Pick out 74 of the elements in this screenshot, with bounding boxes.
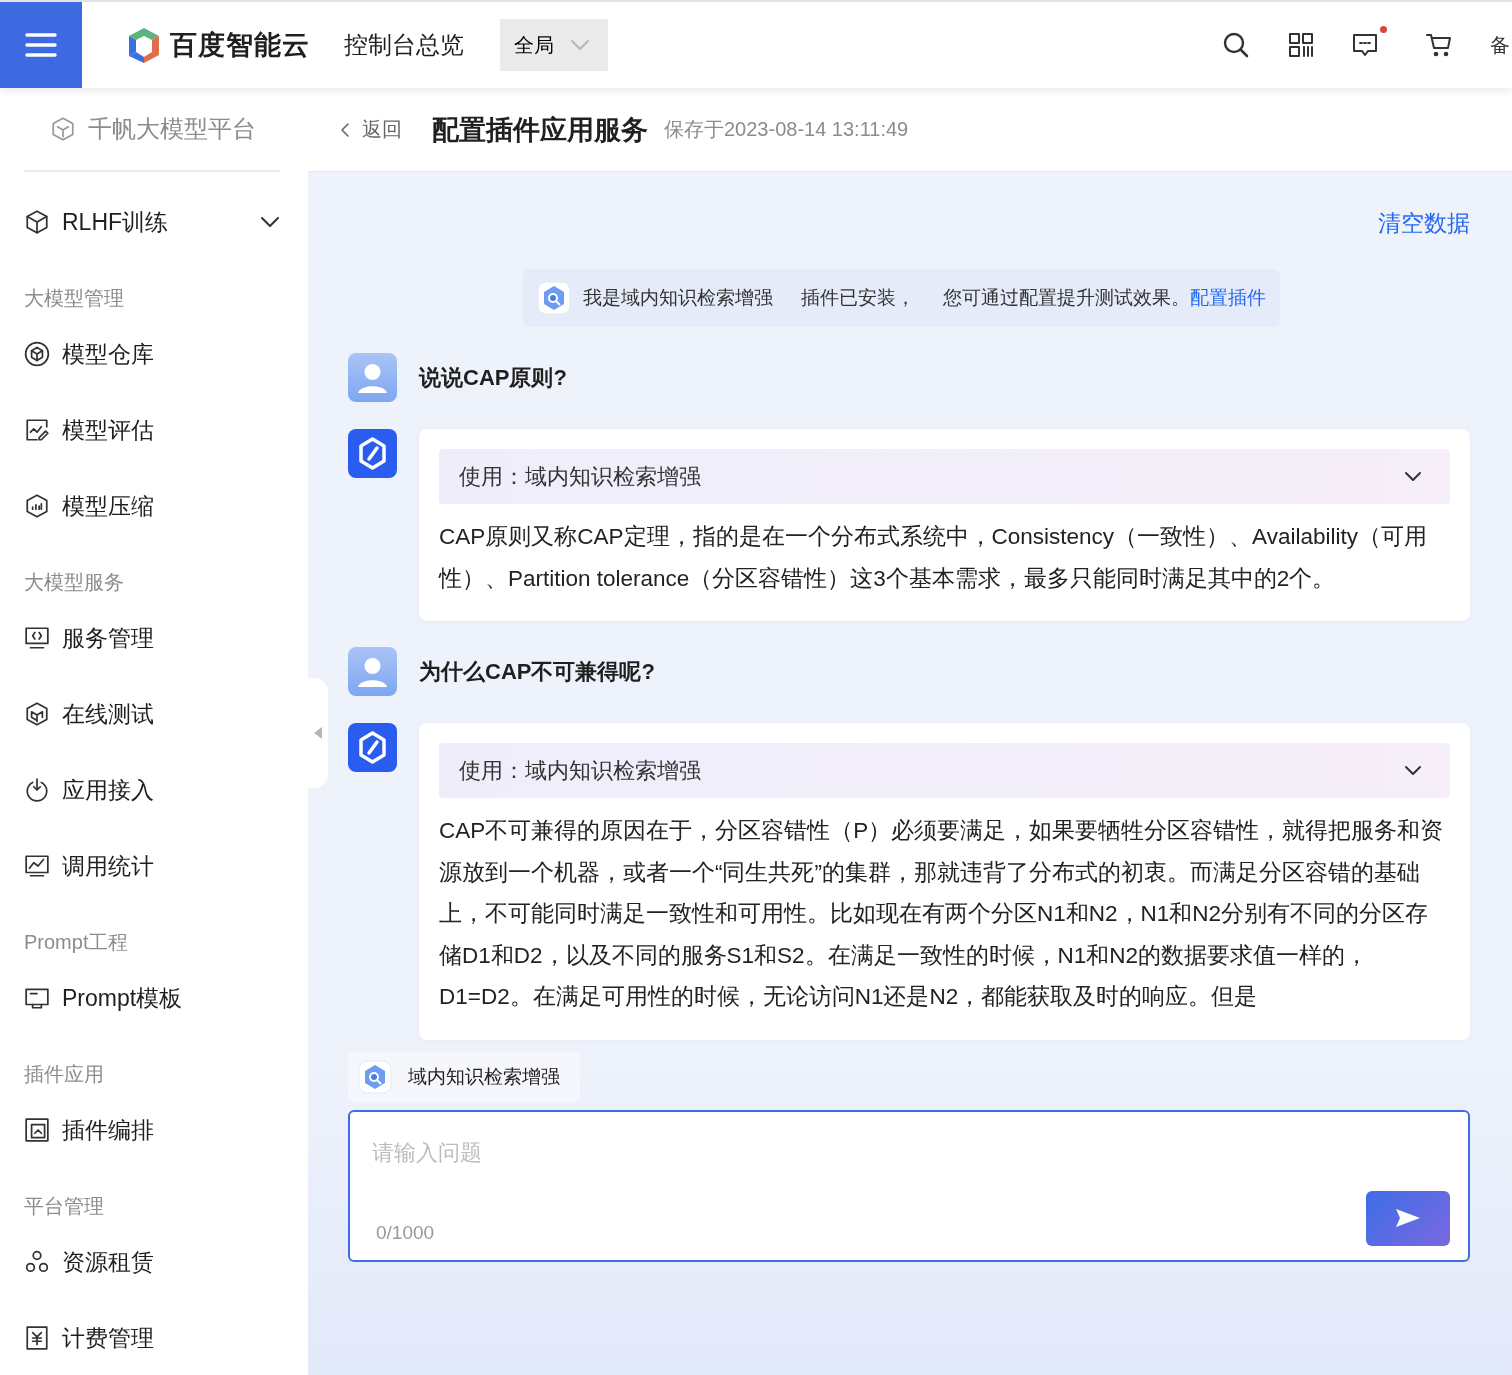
plugin-name: 我是域内知识检索增强 — [582, 286, 773, 310]
sidebar-item[interactable]: 模型仓库 — [24, 316, 280, 392]
sidebar-item[interactable]: 调用统计 — [24, 828, 280, 904]
scope-dropdown[interactable]: 全局 — [500, 19, 608, 71]
user-question: 为什么CAP不可兼得呢? — [419, 657, 655, 686]
cart-icon — [1426, 32, 1452, 58]
user-question: 说说CAP原则? — [419, 363, 567, 392]
menu-icon — [25, 32, 57, 58]
sidebar-item[interactable]: RLHF训练 — [24, 184, 280, 260]
sidebar-item[interactable]: 应用接入 — [24, 752, 280, 828]
plugin-chip[interactable]: 域内知识检索增强 — [348, 1051, 580, 1102]
power-icon — [24, 777, 50, 803]
sidebar-item[interactable]: 在线测试 — [24, 676, 280, 752]
sidebar-item[interactable]: 服务管理 — [24, 600, 280, 676]
cart-button[interactable] — [1426, 32, 1452, 58]
group-title: 插件应用 — [24, 1062, 105, 1087]
char-counter: 0/1000 — [376, 1221, 435, 1244]
cube-icon — [24, 209, 50, 235]
plugin-usage-bar[interactable]: 使用：域内知识检索增强 — [439, 743, 1450, 798]
back-link[interactable]: 返回 — [340, 116, 402, 143]
chevron-left-icon — [340, 121, 350, 138]
search-icon — [1222, 31, 1250, 59]
send-icon — [1394, 1207, 1422, 1229]
grid-icon — [1288, 32, 1314, 58]
question-input[interactable]: 请输入问题 — [350, 1111, 1468, 1202]
sidebar-item[interactable]: 资源租赁 — [24, 1224, 280, 1300]
configure-plugin-link[interactable]: 配置插件 — [1189, 285, 1266, 311]
saved-time: 保存于2023-08-14 13:11:49 — [664, 117, 909, 142]
logo-icon — [126, 26, 162, 64]
page-title: 配置插件应用服务 — [432, 113, 648, 147]
plugin-usage-bar[interactable]: 使用：域内知识检索增强 — [439, 449, 1450, 504]
group-title: 大模型管理 — [24, 286, 125, 311]
chat-bubble-icon — [1352, 32, 1378, 58]
chart-edit-icon — [24, 417, 50, 443]
notice-text: 您可通过配置提升测试效果。 — [942, 286, 1190, 310]
message-button[interactable] — [1352, 24, 1388, 58]
sidebar-item[interactable]: 模型评估 — [24, 392, 280, 468]
plugin-icon — [358, 1059, 392, 1094]
answer-text: CAP原则又称CAP定理，指的是在一个分布式系统中，Consistency（一致性）、Availability（可用性）、Partition tolerance（分区容错性）这3个基本需求，最多只能同时满足其中的2个。 — [439, 523, 1428, 593]
sidebar-item[interactable]: 计费管理 — [24, 1300, 280, 1375]
bot-avatar — [348, 429, 397, 478]
cube-icon — [24, 701, 50, 727]
frame-icon — [24, 1117, 50, 1143]
menu-button[interactable] — [0, 2, 82, 88]
plugin-icon — [536, 281, 571, 315]
cube-circle-icon — [24, 341, 50, 367]
group-title: 大模型服务 — [24, 570, 125, 595]
console-title[interactable]: 控制台总览 — [344, 29, 464, 61]
sidebar-item[interactable]: 模型压缩 — [24, 468, 280, 544]
answer-text: CAP不可兼得的原因在于，分区容错性（P）必须要满足，如果要牺牲分区容错性，就得把服务和资源放到一个机器，或者一个“同生共死”的集群，那就违背了分布式的初衷。而满足分区容错的基础上，不可能同时满足一致性和可用性。比如现在有两个分区N1和N2，N1和N2分别有不同的分区存储D1和D2，以及不同的服务S1和S2。在满足一致性的时候，N1和N2的数据要求值一样的，D1=D2。在满足可用性的时候，无论访问N1还是N2，都能获取及时的响应。但是 — [439, 817, 1445, 1011]
bot-avatar — [348, 723, 397, 772]
group-title: Prompt工程 — [24, 930, 130, 955]
hexagon-chart-icon — [24, 493, 50, 519]
clear-data-link[interactable]: 清空数据 — [1378, 208, 1470, 239]
nav-label[interactable]: 备 — [1490, 31, 1510, 59]
user-avatar — [348, 647, 397, 696]
send-button[interactable] — [1366, 1190, 1450, 1246]
nodes-icon — [24, 1249, 50, 1275]
receipt-icon — [24, 1325, 50, 1351]
collapse-handle[interactable] — [308, 678, 328, 788]
group-title: 平台管理 — [24, 1194, 105, 1219]
window-icon — [24, 985, 50, 1011]
brand-name: 百度智能云 — [170, 29, 310, 62]
qr-code-button[interactable] — [1288, 32, 1314, 58]
triangle-icon — [314, 727, 322, 739]
chevron-down-icon — [570, 39, 590, 51]
sidebar-item[interactable]: 插件编排 — [24, 1092, 280, 1168]
sidebar-item[interactable]: Prompt模板 — [24, 960, 280, 1036]
chart-icon — [24, 853, 50, 879]
search-button[interactable] — [1222, 31, 1250, 59]
cube-icon — [50, 116, 76, 142]
notice-status: 插件已安装， — [800, 286, 915, 310]
code-monitor-icon — [24, 625, 50, 651]
user-avatar — [348, 353, 397, 402]
